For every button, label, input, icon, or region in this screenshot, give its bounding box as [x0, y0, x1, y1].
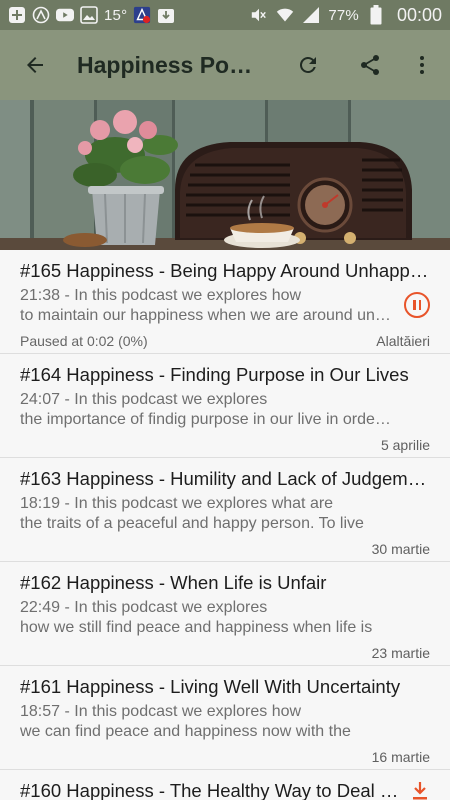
share-icon	[361, 55, 379, 75]
episode-description-line: we can find peace and happiness now with…	[20, 723, 351, 740]
episode-description-line: 22:49 - In this podcast we explores	[20, 599, 268, 616]
signal-icon	[302, 6, 320, 24]
episode-item[interactable]: #164 Happiness - Finding Purpose in Our …	[0, 354, 450, 458]
episode-description: 18:19 - In this podcast we explores what…	[20, 494, 392, 534]
podcast-cover-image	[0, 100, 450, 250]
refresh-icon	[299, 56, 316, 73]
arrow-back-icon	[27, 57, 43, 73]
episode-item[interactable]: #160 Happiness - The Healthy Way to Deal…	[0, 770, 450, 800]
episode-description-line: 21:38 - In this podcast we explores how	[20, 287, 302, 304]
battery-icon	[367, 5, 385, 25]
status-bar: 15° 77% 00:00	[0, 0, 450, 30]
episode-description-line: the importance of findig purpose in our …	[20, 411, 392, 428]
episode-item[interactable]: #163 Happiness - Humility and Lack of Ju…	[0, 458, 450, 562]
episode-item[interactable]: #162 Happiness - When Life is Unfair 22:…	[0, 562, 450, 666]
episode-date: 23 martie	[371, 645, 430, 661]
pause-icon	[418, 300, 421, 310]
episode-description-line: 18:57 - In this podcast we explores how	[20, 703, 302, 720]
clock: 00:00	[396, 4, 442, 25]
download-episode-icon[interactable]	[410, 780, 430, 800]
episode-description: 24:07 - In this podcast we explores the …	[20, 390, 392, 430]
download-icon	[157, 6, 175, 24]
episode-item[interactable]: #161 Happiness - Living Well With Uncert…	[0, 666, 450, 770]
playback-status: Paused at 0:02 (0%)	[20, 333, 148, 349]
episode-description: 21:38 - In this podcast we explores how …	[20, 286, 392, 326]
app-alert-icon	[133, 6, 151, 24]
episode-date: 5 aprilie	[380, 437, 430, 453]
gallery-icon	[80, 6, 98, 24]
battery-percent: 77%	[328, 6, 359, 24]
youtube-icon	[56, 6, 74, 24]
episode-title: #162 Happiness - When Life is Unfair	[20, 572, 327, 593]
app-bar: Happiness Podcast	[0, 30, 450, 100]
episode-description-line: 18:19 - In this podcast we explores what…	[20, 495, 334, 512]
episode-date: 16 martie	[371, 749, 430, 765]
pause-icon	[413, 300, 416, 310]
back-button[interactable]	[11, 41, 59, 89]
episode-item[interactable]: #165 Happiness - Being Happy Around Unha…	[0, 250, 450, 354]
episode-description: 18:57 - In this podcast we explores how …	[20, 702, 392, 742]
share-button[interactable]	[346, 41, 394, 89]
pause-button[interactable]	[404, 292, 430, 318]
episode-description-line: to maintain our happiness when we are ar…	[20, 307, 392, 324]
episode-title: #164 Happiness - Finding Purpose in Our …	[20, 364, 409, 385]
episode-description-line: the traits of a peaceful and happy perso…	[20, 515, 364, 532]
episode-title: #165 Happiness - Being Happy Around Unha…	[20, 260, 430, 281]
refresh-button[interactable]	[284, 41, 332, 89]
page-title: Happiness Podcast	[77, 51, 257, 78]
silent-icon	[250, 6, 268, 24]
episode-title: #161 Happiness - Living Well With Uncert…	[20, 676, 401, 697]
episode-title: #160 Happiness - The Healthy Way to Deal…	[20, 780, 400, 800]
episode-description: 22:49 - In this podcast we explores how …	[20, 598, 392, 638]
episode-list: #165 Happiness - Being Happy Around Unha…	[0, 250, 450, 800]
more-options-button[interactable]	[398, 41, 446, 89]
episode-date: Alaltăieri	[376, 333, 430, 349]
episode-date: 30 martie	[371, 541, 430, 557]
more-vert-icon	[420, 56, 424, 74]
episode-title: #163 Happiness - Humility and Lack of Ju…	[20, 468, 430, 489]
wifi-icon	[276, 6, 294, 24]
app-notification-icon	[32, 6, 50, 24]
add-notification-icon	[8, 6, 26, 24]
episode-description-line: how we still find peace and happiness wh…	[20, 619, 373, 636]
episode-description-line: 24:07 - In this podcast we explores	[20, 391, 268, 408]
radio-flowers-illustration	[0, 100, 450, 250]
temperature: 15°	[104, 6, 128, 24]
